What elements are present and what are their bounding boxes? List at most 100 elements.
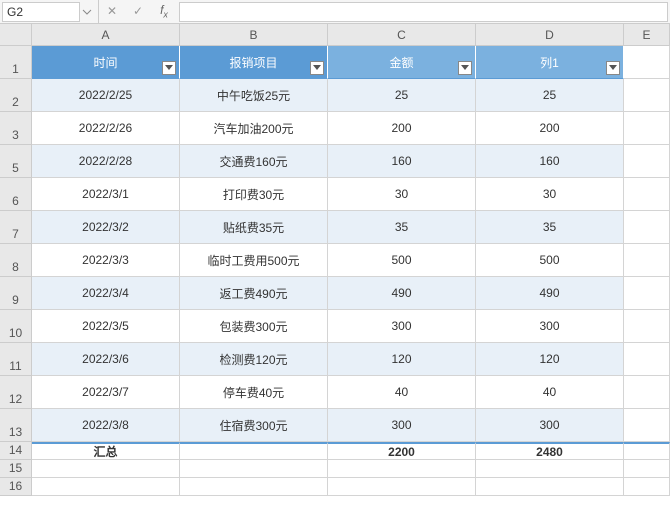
cell-col1[interactable]: 500 (476, 244, 624, 277)
formula-input[interactable] (179, 2, 668, 22)
cell-time[interactable]: 2022/3/2 (32, 211, 180, 244)
cell[interactable] (180, 478, 328, 496)
cell-col1[interactable]: 490 (476, 277, 624, 310)
cell-amount[interactable]: 490 (328, 277, 476, 310)
cell[interactable] (624, 376, 670, 409)
cell-col1[interactable]: 200 (476, 112, 624, 145)
cell[interactable] (328, 460, 476, 478)
cell-col1[interactable]: 160 (476, 145, 624, 178)
cell-item[interactable]: 停车费40元 (180, 376, 328, 409)
cell-time[interactable]: 2022/3/5 (32, 310, 180, 343)
row-header[interactable]: 16 (0, 478, 32, 496)
cell[interactable] (624, 460, 670, 478)
cell[interactable] (624, 277, 670, 310)
row-header[interactable]: 5 (0, 145, 32, 178)
cell-item[interactable]: 交通费160元 (180, 145, 328, 178)
row-header[interactable]: 14 (0, 442, 32, 460)
row-header[interactable]: 10 (0, 310, 32, 343)
cell-item[interactable]: 汽车加油200元 (180, 112, 328, 145)
cell-item[interactable]: 返工费490元 (180, 277, 328, 310)
cell[interactable] (180, 442, 328, 460)
row-header[interactable]: 8 (0, 244, 32, 277)
cell-item[interactable]: 中午吃饭25元 (180, 79, 328, 112)
cell[interactable] (624, 112, 670, 145)
total-label[interactable]: 汇总 (32, 442, 180, 460)
cell-col1[interactable]: 300 (476, 310, 624, 343)
cell-amount[interactable]: 120 (328, 343, 476, 376)
cell[interactable] (624, 409, 670, 442)
cell-time[interactable]: 2022/3/1 (32, 178, 180, 211)
cell[interactable] (180, 460, 328, 478)
cell[interactable] (476, 478, 624, 496)
cell-time[interactable]: 2022/2/28 (32, 145, 180, 178)
name-box[interactable]: G2 (2, 2, 80, 22)
cell[interactable] (476, 460, 624, 478)
row-header[interactable]: 11 (0, 343, 32, 376)
cells-area[interactable]: 时间 报销项目 金额 列1 2022/2/25中午吃饭25元25252022/2… (32, 46, 670, 496)
header-item[interactable]: 报销项目 (180, 46, 328, 79)
cell-amount[interactable]: 300 (328, 409, 476, 442)
cell-item[interactable]: 临时工费用500元 (180, 244, 328, 277)
cell-item[interactable]: 贴纸费35元 (180, 211, 328, 244)
header-time[interactable]: 时间 (32, 46, 180, 79)
cell-col1[interactable]: 40 (476, 376, 624, 409)
cell-item[interactable]: 打印费30元 (180, 178, 328, 211)
header-amount[interactable]: 金额 (328, 46, 476, 79)
cell-time[interactable]: 2022/3/8 (32, 409, 180, 442)
cell-amount[interactable]: 35 (328, 211, 476, 244)
cell[interactable] (624, 79, 670, 112)
col-header-e[interactable]: E (624, 24, 670, 46)
name-box-dropdown-icon[interactable] (82, 7, 92, 17)
cell-amount[interactable]: 25 (328, 79, 476, 112)
cell-amount[interactable]: 40 (328, 376, 476, 409)
col-header-d[interactable]: D (476, 24, 624, 46)
col-header-a[interactable]: A (32, 24, 180, 46)
filter-button[interactable] (458, 61, 472, 75)
fx-icon[interactable]: fx (157, 3, 171, 19)
total-col1[interactable]: 2480 (476, 442, 624, 460)
cell-time[interactable]: 2022/3/3 (32, 244, 180, 277)
col-header-c[interactable]: C (328, 24, 476, 46)
cell-col1[interactable]: 30 (476, 178, 624, 211)
row-header[interactable]: 2 (0, 79, 32, 112)
cell-item[interactable]: 包装费300元 (180, 310, 328, 343)
col-header-b[interactable]: B (180, 24, 328, 46)
cell[interactable] (624, 244, 670, 277)
row-header[interactable]: 12 (0, 376, 32, 409)
cell-col1[interactable]: 300 (476, 409, 624, 442)
row-header[interactable]: 3 (0, 112, 32, 145)
cell-col1[interactable]: 25 (476, 79, 624, 112)
cell-time[interactable]: 2022/3/4 (32, 277, 180, 310)
cell[interactable] (624, 211, 670, 244)
cell-amount[interactable]: 200 (328, 112, 476, 145)
cell[interactable] (624, 46, 670, 79)
row-header[interactable]: 13 (0, 409, 32, 442)
cell-amount[interactable]: 500 (328, 244, 476, 277)
cell[interactable] (624, 145, 670, 178)
cell-amount[interactable]: 160 (328, 145, 476, 178)
filter-button[interactable] (606, 61, 620, 75)
cell-item[interactable]: 住宿费300元 (180, 409, 328, 442)
cell[interactable] (624, 478, 670, 496)
cell[interactable] (624, 442, 670, 460)
cell-col1[interactable]: 120 (476, 343, 624, 376)
cell-amount[interactable]: 30 (328, 178, 476, 211)
cell-time[interactable]: 2022/2/26 (32, 112, 180, 145)
cell-amount[interactable]: 300 (328, 310, 476, 343)
filter-button[interactable] (310, 61, 324, 75)
row-header[interactable]: 15 (0, 460, 32, 478)
cell[interactable] (624, 310, 670, 343)
cell[interactable] (624, 343, 670, 376)
filter-button[interactable] (162, 61, 176, 75)
cell[interactable] (32, 478, 180, 496)
total-amount[interactable]: 2200 (328, 442, 476, 460)
cell-item[interactable]: 检测费120元 (180, 343, 328, 376)
cell-time[interactable]: 2022/3/6 (32, 343, 180, 376)
row-header[interactable]: 9 (0, 277, 32, 310)
cell-time[interactable]: 2022/3/7 (32, 376, 180, 409)
cell[interactable] (32, 460, 180, 478)
cell-col1[interactable]: 35 (476, 211, 624, 244)
select-all-corner[interactable] (0, 24, 32, 46)
row-header[interactable]: 6 (0, 178, 32, 211)
row-header[interactable]: 1 (0, 46, 32, 79)
